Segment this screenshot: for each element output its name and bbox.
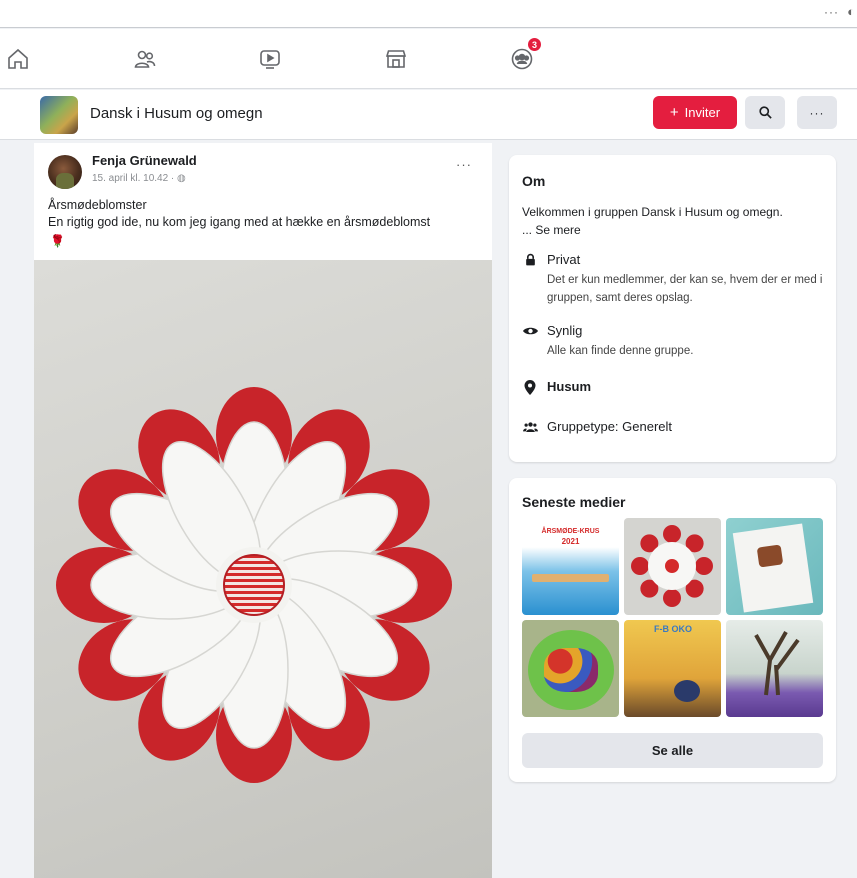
post-title: Årsmødeblomster — [48, 198, 147, 212]
nav-marketplace[interactable] — [378, 43, 414, 75]
media-heading: Seneste medier — [522, 494, 626, 510]
visibility-description: Alle kan finde denne gruppe. — [547, 345, 694, 357]
group-type-row: Gruppetype: Generelt — [522, 419, 827, 439]
more-icon: ··· — [809, 105, 825, 120]
video-icon — [260, 50, 280, 69]
lock-icon — [522, 252, 538, 268]
nav-friends[interactable] — [127, 43, 163, 75]
invite-button[interactable]: + Inviter — [653, 96, 737, 129]
nav-watch[interactable] — [252, 43, 288, 75]
marketplace-icon — [385, 50, 407, 68]
members-icon — [522, 419, 538, 435]
media-thumb-4[interactable] — [522, 620, 619, 717]
see-all-media-button[interactable]: Se alle — [522, 733, 823, 768]
post-more-icon[interactable]: ··· — [456, 157, 472, 172]
nav-groups[interactable]: 3 — [504, 37, 542, 75]
invite-label: Inviter — [684, 105, 721, 120]
privacy-row: Privat Det er kun medlemmer, der kan se,… — [522, 252, 827, 310]
search-icon — [758, 106, 772, 119]
thumb-1-table — [532, 574, 609, 582]
plus-icon: + — [669, 104, 679, 121]
browser-strip: ··· ◐ — [0, 0, 857, 28]
post-timestamp[interactable]: 15. april kl. 10.42 · ◍ — [92, 173, 186, 184]
location-row: Husum — [522, 379, 827, 399]
media-thumb-1[interactable]: ÅRSMØDE-KRUS 2021 — [522, 518, 619, 615]
thumb-2-flower — [631, 525, 713, 607]
eye-icon — [522, 323, 538, 339]
home-icon — [8, 48, 28, 69]
thumb-6-tree — [754, 631, 800, 696]
browser-more-icon[interactable]: ··· — [824, 5, 839, 19]
top-navbar: 3 — [0, 29, 857, 89]
group-type: Gruppetype: Generelt — [547, 419, 673, 434]
media-thumb-6[interactable] — [726, 620, 823, 717]
media-thumb-5[interactable]: F-B OKO — [624, 620, 721, 717]
visibility-row: Synlig Alle kan finde denne gruppe. — [522, 323, 827, 363]
thumb-1-year: 2021 — [561, 537, 580, 546]
about-heading: Om — [522, 173, 546, 189]
thumb-1-caption: ÅRSMØDE-KRUS — [541, 528, 600, 535]
location-pin-icon — [522, 379, 538, 395]
thumb-5-egg — [674, 680, 700, 702]
about-description: Velkommen i gruppen Dansk i Husum og ome… — [522, 203, 827, 239]
latest-media-card: Seneste medier ÅRSMØDE-KRUS 2021 F-B OKO — [509, 478, 836, 782]
thumb-3-photo — [756, 544, 784, 568]
post-author[interactable]: Fenja Grünewald — [92, 153, 197, 168]
post-photo[interactable] — [34, 260, 492, 878]
thumb-4-eggs — [544, 648, 598, 692]
post-text: En rigtig god ide, nu kom jeg igang med … — [48, 215, 431, 229]
location-name[interactable]: Husum — [547, 379, 591, 394]
see-more-link[interactable]: ... Se mere — [522, 223, 581, 237]
media-thumb-3[interactable] — [726, 518, 823, 615]
notification-badge: 3 — [527, 37, 542, 52]
author-avatar[interactable] — [48, 155, 82, 189]
media-thumb-2[interactable] — [624, 518, 721, 615]
group-more-button[interactable]: ··· — [797, 96, 837, 129]
crochet-flower-image — [56, 387, 452, 783]
about-card: Om Velkommen i gruppen Dansk i Husum og … — [509, 155, 836, 462]
rose-emoji-icon: 🌹 — [50, 234, 65, 248]
nav-home[interactable] — [0, 43, 36, 75]
privacy-title: Privat — [547, 252, 581, 267]
group-name[interactable]: Dansk i Husum og omegn — [90, 105, 263, 122]
search-button[interactable] — [745, 96, 785, 129]
privacy-description: Det er kun medlemmer, der kan se, hvem d… — [547, 274, 823, 304]
visibility-title: Synlig — [547, 323, 583, 338]
post-card: Fenja Grünewald 15. april kl. 10.42 · ◍ … — [34, 143, 492, 878]
group-cover-thumbnail[interactable] — [40, 96, 78, 134]
thumb-3-newspaper — [732, 523, 814, 613]
browser-shield-icon[interactable]: ◐ — [847, 4, 855, 19]
about-description-text: Velkommen i gruppen Dansk i Husum og ome… — [522, 205, 783, 219]
thumb-5-caption: F-B OKO — [654, 624, 692, 634]
friends-icon — [134, 50, 156, 68]
